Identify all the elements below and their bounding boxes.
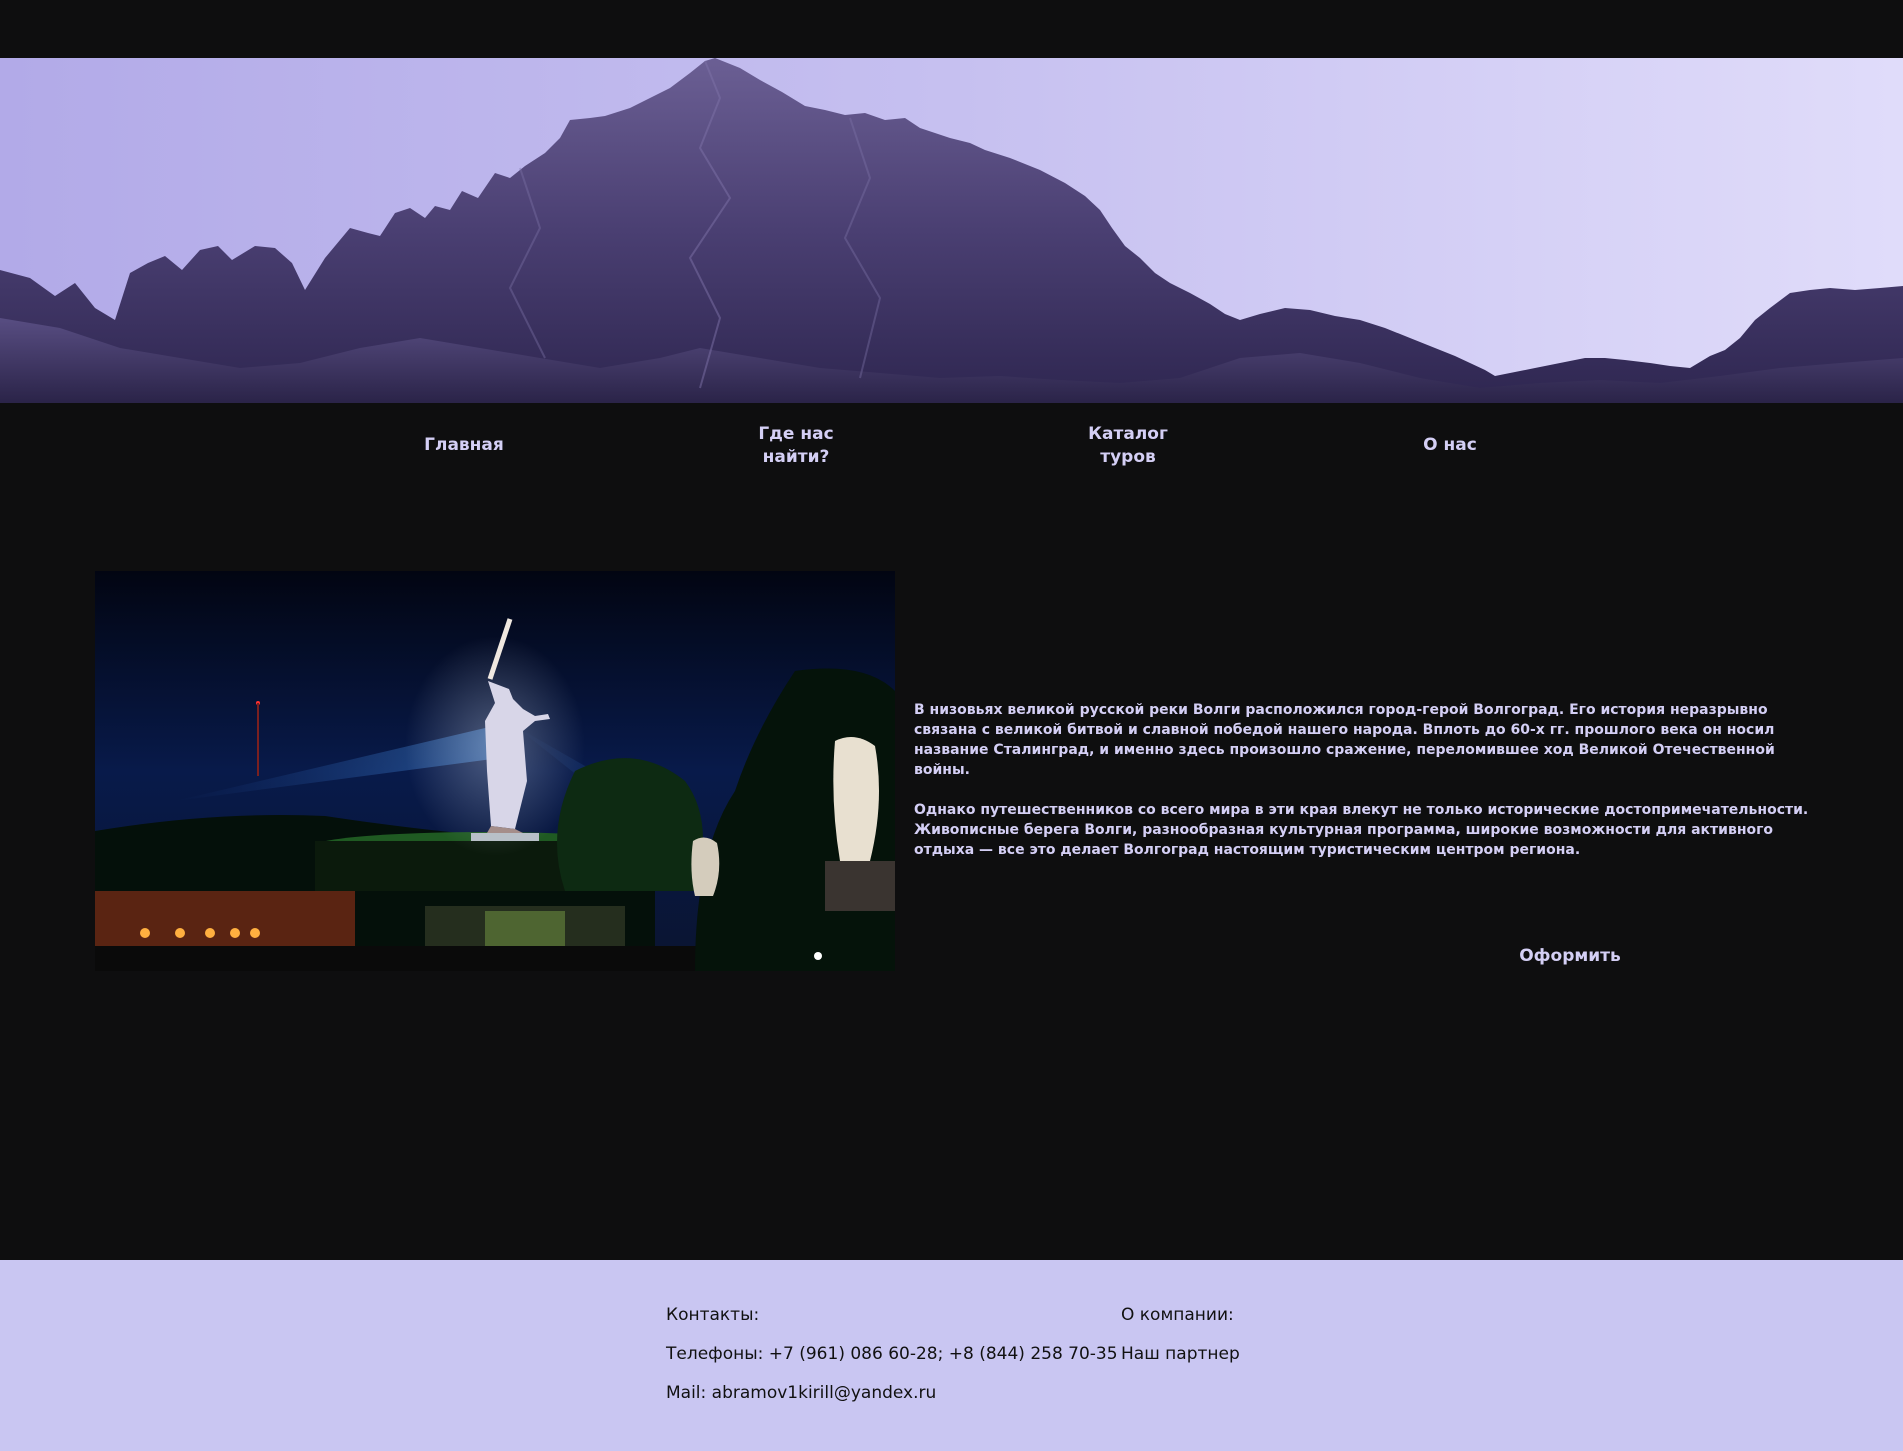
footer-mail: Mail: abramov1kirill@yandex.ru [666,1383,937,1403]
site-footer: Контакты: Телефоны: +7 (961) 086 60-28; … [0,1260,1903,1451]
footer-contacts-heading: Контакты: [666,1305,760,1325]
hero-mountain-banner [0,58,1903,403]
footer-company: О компании: Наш партнер [1121,1304,1240,1382]
nav-item-tour-catalog[interactable]: Каталог туров [1038,423,1218,469]
mountain-illustration [0,58,1903,403]
main-navigation: Главная Где нас найти? Каталог туров О н… [0,403,1903,483]
motherland-statue-illustration [95,571,895,971]
nav-item-find-us[interactable]: Где нас найти? [706,423,886,469]
article-text: В низовьях великой русской реки Волги ра… [914,700,1814,880]
nav-item-home[interactable]: Главная [374,434,554,457]
nav-item-find-us-label-line2: найти? [762,447,830,467]
article-paragraph-2: Однако путешественников со всего мира в … [914,802,1809,858]
nav-item-tour-catalog-label-line2: туров [1100,447,1156,467]
top-bar [0,0,1903,58]
nav-item-about-label: О нас [1423,435,1477,455]
nav-item-home-label: Главная [424,435,504,455]
partner-link[interactable]: Наш партнер [1121,1344,1240,1364]
footer-phones: Телефоны: +7 (961) 086 60-28; +8 (844) 2… [666,1344,1118,1364]
article-paragraph-1: В низовьях великой русской реки Волги ра… [914,702,1775,778]
nav-item-about[interactable]: О нас [1360,434,1540,457]
order-button[interactable]: Оформить [1490,946,1650,966]
nav-item-find-us-label-line1: Где нас [758,424,834,444]
footer-contacts: Контакты: Телефоны: +7 (961) 086 60-28; … [666,1304,1118,1421]
motherland-statue-photo [95,571,895,971]
footer-company-heading: О компании: [1121,1305,1234,1325]
nav-item-tour-catalog-label-line1: Каталог [1088,424,1168,444]
